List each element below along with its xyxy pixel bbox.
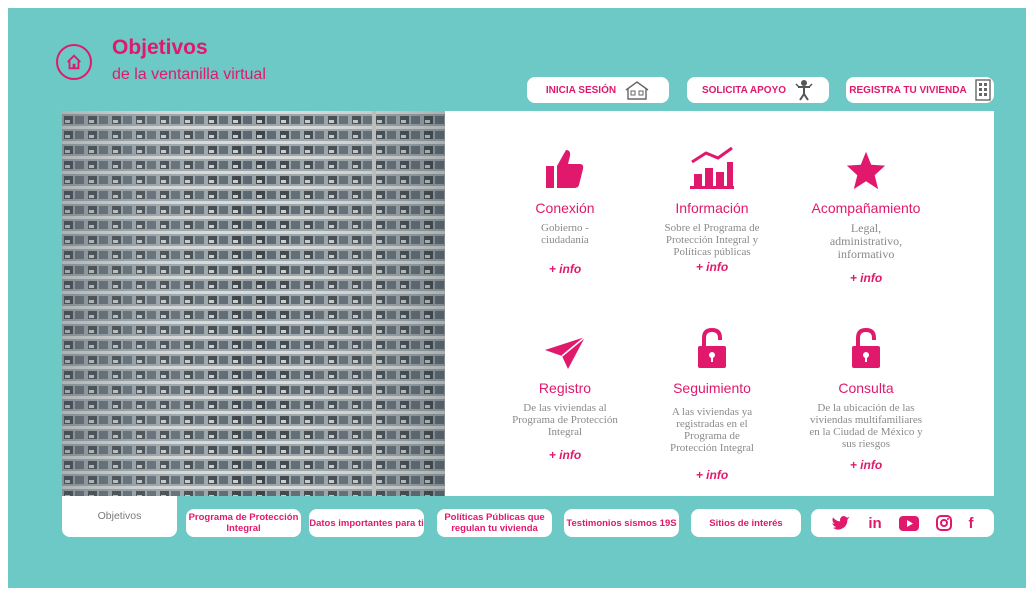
unlock-icon [698, 328, 726, 368]
more-info-link[interactable]: + info [786, 458, 946, 472]
login-button[interactable]: INICIA SESIÓN [527, 77, 669, 103]
tab-programa[interactable]: Programa de Protección Integral [186, 509, 301, 537]
building-photo [62, 111, 445, 496]
more-info-link[interactable]: + info [485, 448, 645, 462]
card-acompanamiento: Acompañamiento Legal, administrativo, in… [786, 140, 946, 285]
register-home-label: REGISTRA TU VIVIENDA [849, 84, 967, 96]
paper-plane-icon [545, 336, 586, 369]
more-info-link[interactable]: + info [632, 260, 792, 274]
home-icon [67, 54, 81, 70]
card-description: De la ubicación de las viviendas multifa… [809, 402, 923, 450]
tab-datos[interactable]: Datos importantes para ti [309, 509, 424, 537]
instagram-icon[interactable] [935, 515, 952, 531]
youtube-icon[interactable] [898, 515, 919, 531]
login-label: INICIA SESIÓN [545, 84, 617, 96]
card-title: Información [675, 200, 749, 216]
thumbs-up-icon [546, 150, 584, 188]
card-title: Registro [538, 380, 592, 396]
card-description: De las viviendas al Programa de Protecci… [512, 402, 618, 438]
more-info-link[interactable]: + info [786, 271, 946, 285]
tab-objetivos[interactable]: Objetivos [62, 496, 177, 537]
more-info-link[interactable]: + info [632, 468, 792, 482]
page-subtitle: de la ventanilla virtual [112, 66, 266, 83]
card-conexion: Conexión Gobierno - ciudadanía + info [485, 140, 645, 276]
bar-chart-icon [690, 146, 734, 189]
person-icon [795, 80, 813, 101]
social-bar: in f [811, 509, 994, 537]
more-info-link[interactable]: + info [485, 262, 645, 276]
unlock-icon [852, 328, 880, 368]
twitter-icon[interactable] [831, 515, 851, 531]
card-title: Conexión [535, 200, 595, 216]
card-registro: Registro De las viviendas al Programa de… [485, 320, 645, 462]
house-icon [625, 81, 649, 100]
request-support-button[interactable]: SOLICITA APOYO [687, 77, 829, 103]
card-description: Sobre el Programa de Protección Integral… [664, 222, 760, 258]
page-title: Objetivos [112, 36, 208, 59]
home-button[interactable] [56, 44, 92, 80]
register-home-button[interactable]: REGISTRA TU VIVIENDA [846, 77, 994, 103]
tab-sitios[interactable]: Sitios de interés [691, 509, 801, 537]
card-description: A las viviendas ya registradas en el Pro… [670, 406, 754, 454]
star-icon [846, 151, 886, 190]
tab-testimonios[interactable]: Testimonios sismos 19S [564, 509, 679, 537]
request-support-label: SOLICITA APOYO [701, 84, 787, 96]
card-seguimiento: Seguimiento A las viviendas ya registrad… [632, 320, 792, 482]
card-description: Gobierno - ciudadanía [541, 222, 589, 246]
card-informacion: Información Sobre el Programa de Protecc… [632, 140, 792, 274]
card-description: Legal, administrativo, informativo [829, 221, 903, 261]
facebook-icon[interactable]: f [968, 515, 973, 532]
building-icon [975, 79, 991, 101]
card-consulta: Consulta De la ubicación de las vivienda… [786, 320, 946, 472]
card-title: Consulta [838, 380, 894, 396]
tab-politicas[interactable]: Políticas Públicas que regulan tu vivien… [437, 509, 552, 537]
card-title: Acompañamiento [811, 200, 921, 216]
linkedin-icon[interactable]: in [868, 515, 881, 532]
card-title: Seguimiento [673, 380, 751, 396]
